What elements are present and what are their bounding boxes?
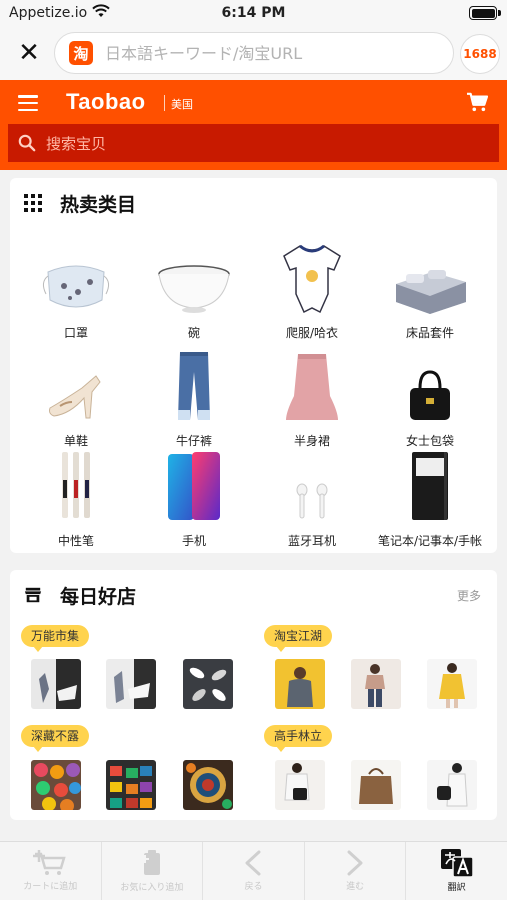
toolbar-label: お気に入り追加: [120, 883, 184, 893]
back-button[interactable]: 戻る: [203, 842, 305, 900]
category-jeans[interactable]: 牛仔裤: [134, 346, 254, 449]
shop-thumbnail[interactable]: [427, 659, 477, 709]
handbag-image: [410, 370, 450, 420]
jeans-image: [178, 352, 210, 420]
clock: 6:14 PM: [221, 5, 286, 21]
category-skirt[interactable]: 半身裙: [252, 346, 372, 449]
favorite-add-icon: [140, 850, 160, 875]
bottom-toolbar: カートに追加 お気に入り追加 戻る 進む 翻訳: [0, 841, 507, 900]
notebook-image: [412, 452, 448, 520]
category-shoes[interactable]: 单鞋: [16, 346, 136, 449]
battery-icon: [469, 6, 501, 20]
add-to-cart-button[interactable]: カートに追加: [0, 842, 102, 900]
shop-tag[interactable]: 淘宝江湖: [264, 625, 333, 652]
forward-button[interactable]: 進む: [305, 842, 407, 900]
category-earphones[interactable]: 蓝牙耳机: [252, 446, 372, 549]
search-field[interactable]: 淘: [54, 32, 454, 74]
1688-button[interactable]: 1688: [460, 34, 500, 74]
taobao-search-bar[interactable]: 搜索宝贝: [8, 124, 499, 162]
status-bar: Appetize.io 6:14 PM: [0, 0, 507, 26]
region-label: 美国: [171, 98, 193, 111]
shop-thumbnail[interactable]: [183, 659, 233, 709]
shoe-image: [49, 375, 101, 419]
shop-tag[interactable]: 高手林立: [264, 725, 333, 752]
forward-icon: [347, 850, 363, 876]
shopping-cart-icon[interactable]: [466, 92, 488, 112]
romper-image: [283, 244, 341, 314]
pens-image: [62, 452, 90, 518]
grid-icon: [24, 194, 42, 212]
shop-thumbnail[interactable]: [351, 760, 401, 810]
hot-categories-card: 热卖类目 口罩 碗 爬服/哈衣 床品套件 单鞋 牛仔裤 半身裙 女士包袋 中性笔…: [10, 178, 497, 553]
toolbar-label: 戻る: [244, 882, 263, 892]
shop-tag[interactable]: 深藏不露: [21, 725, 90, 752]
category-notebook[interactable]: 笔记本/记事本/手帐: [370, 446, 490, 549]
mask-image: [42, 265, 110, 308]
shop-thumbnail[interactable]: [275, 760, 325, 810]
shop-thumbnail[interactable]: [106, 659, 156, 709]
shop-thumbnail[interactable]: [106, 760, 156, 810]
earphones-image: [296, 483, 328, 519]
daily-shops-card: 每日好店 更多 万能市集 淘宝江湖 深藏不露 高手林立: [10, 570, 497, 820]
search-input[interactable]: [105, 43, 435, 63]
category-label: 碗: [187, 326, 200, 340]
category-pens[interactable]: 中性笔: [16, 446, 136, 549]
more-link[interactable]: 更多: [457, 587, 481, 604]
shop-thumbnail[interactable]: [275, 659, 325, 709]
bowl-image: [158, 265, 230, 313]
daily-shops-title: 每日好店: [60, 586, 137, 608]
menu-icon[interactable]: [18, 95, 38, 111]
category-label: 中性笔: [57, 534, 94, 548]
phone-image: [168, 452, 220, 520]
bedding-image: [396, 270, 466, 314]
category-label: 蓝牙耳机: [287, 534, 336, 548]
shop-thumbnail[interactable]: [31, 659, 81, 709]
hot-categories-title: 热卖类目: [60, 194, 137, 216]
category-label: 爬服/哈衣: [285, 326, 339, 340]
category-phone[interactable]: 手机: [134, 446, 254, 549]
back-icon: [245, 850, 261, 876]
category-bowl[interactable]: 碗: [134, 238, 254, 341]
skirt-image: [286, 354, 338, 420]
category-label: 口罩: [63, 326, 88, 340]
cart-plus-icon: [33, 850, 66, 875]
translate-button[interactable]: 翻訳: [406, 842, 507, 900]
store-icon: [24, 587, 42, 603]
search-icon: [18, 134, 36, 152]
shop-thumbnail[interactable]: [351, 659, 401, 709]
title-divider: [164, 95, 165, 111]
taobao-logo-icon: 淘: [69, 41, 93, 65]
category-mask[interactable]: 口罩: [16, 238, 136, 341]
add-favorite-button[interactable]: お気に入り追加: [102, 842, 204, 900]
category-label: 床品套件: [405, 326, 454, 340]
shop-tag[interactable]: 万能市集: [21, 625, 90, 652]
search-row: ✕ 淘 1688: [0, 26, 507, 80]
taobao-title: Taobao: [66, 89, 146, 114]
toolbar-label: 翻訳: [447, 883, 466, 893]
category-romper[interactable]: 爬服/哈衣: [252, 238, 372, 341]
shop-thumbnail[interactable]: [31, 760, 81, 810]
category-label: 手机: [181, 534, 206, 548]
category-handbag[interactable]: 女士包袋: [370, 346, 490, 449]
translate-icon: [440, 849, 473, 877]
taobao-header: Taobao 美国 搜索宝贝: [0, 80, 507, 170]
category-label: 笔记本/记事本/手帐: [377, 534, 483, 548]
taobao-search-placeholder: 搜索宝贝: [46, 134, 107, 153]
toolbar-label: 進む: [346, 882, 365, 892]
toolbar-label: カートに追加: [23, 882, 78, 892]
close-icon[interactable]: ✕: [14, 38, 44, 68]
shop-thumbnail[interactable]: [427, 760, 477, 810]
shop-thumbnail[interactable]: [183, 760, 233, 810]
category-bedding[interactable]: 床品套件: [370, 238, 490, 341]
